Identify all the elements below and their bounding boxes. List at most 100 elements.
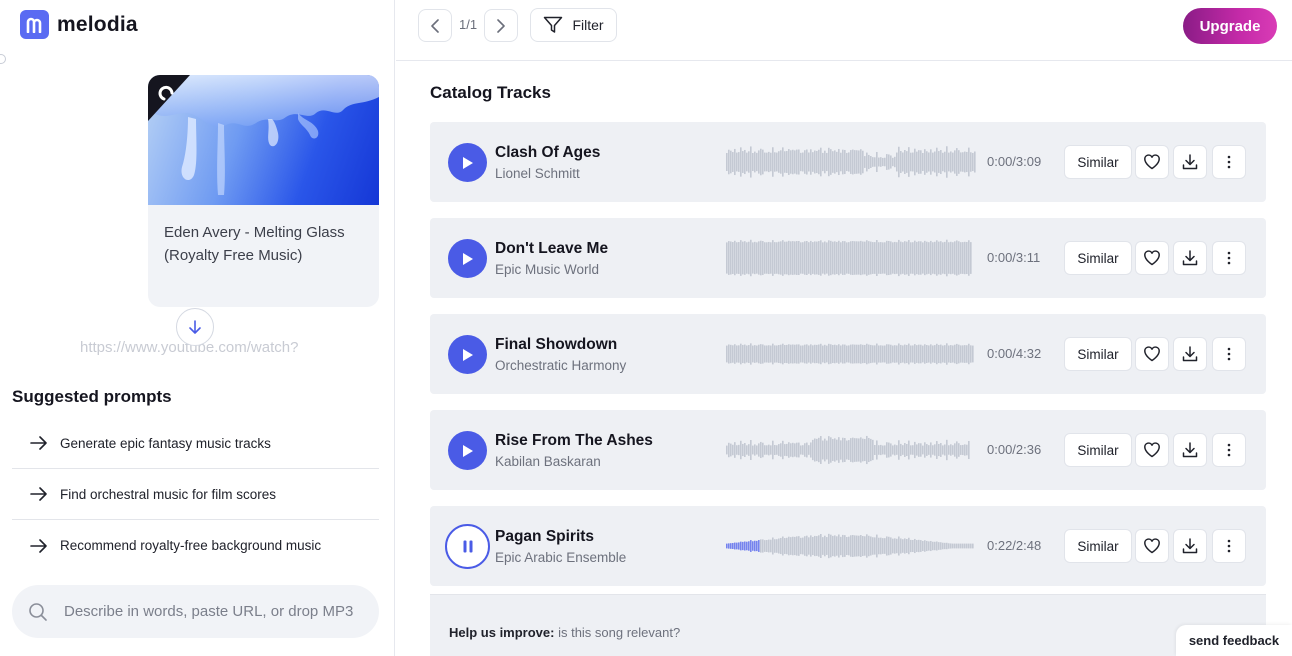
more-vertical-icon bbox=[1227, 155, 1231, 169]
waveform[interactable] bbox=[726, 237, 976, 279]
filter-button[interactable]: Filter bbox=[530, 8, 617, 42]
track-title[interactable]: Don't Leave Me bbox=[495, 240, 608, 258]
download-icon bbox=[1182, 346, 1198, 362]
waveform[interactable] bbox=[726, 429, 976, 471]
play-icon bbox=[462, 348, 473, 361]
app-name: melodia bbox=[57, 12, 138, 36]
track-row[interactable]: Don't Leave Me Epic Music World 0:00/3:11 S… bbox=[430, 218, 1266, 298]
more-options-button[interactable] bbox=[1212, 529, 1246, 563]
prompt-input-container[interactable] bbox=[12, 585, 379, 638]
download-button[interactable] bbox=[1173, 433, 1207, 467]
filter-label: Filter bbox=[572, 17, 604, 33]
arrow-down-icon bbox=[189, 320, 201, 334]
similar-button[interactable]: Similar bbox=[1064, 241, 1132, 275]
track-time: 0:00/3:09 bbox=[987, 154, 1042, 169]
download-button[interactable] bbox=[1173, 241, 1207, 275]
prompt-input[interactable] bbox=[64, 603, 364, 620]
catalog-heading: Catalog Tracks bbox=[430, 83, 551, 102]
track-row[interactable]: Final Showdown Orchestratic Harmony 0:00/4… bbox=[430, 314, 1266, 394]
play-button[interactable] bbox=[448, 335, 487, 374]
pause-icon bbox=[463, 540, 472, 553]
melodia-logo-icon bbox=[20, 10, 49, 39]
favorite-button[interactable] bbox=[1135, 145, 1169, 179]
track-artist[interactable]: Lionel Schmitt bbox=[495, 166, 580, 181]
track-time: 0:22/2:48 bbox=[987, 538, 1042, 553]
page-indicator: 1/1 bbox=[459, 17, 478, 32]
play-icon bbox=[462, 252, 473, 265]
favorite-button[interactable] bbox=[1135, 337, 1169, 371]
suggested-prompt-item[interactable]: Recommend royalty-free background music bbox=[12, 520, 379, 571]
more-options-button[interactable] bbox=[1212, 337, 1246, 371]
send-feedback-button[interactable]: send feedback bbox=[1176, 625, 1292, 656]
track-row[interactable]: Rise From The Ashes Kabilan Baskaran 0:00/… bbox=[430, 410, 1266, 490]
waveform[interactable] bbox=[726, 141, 976, 183]
favorite-button[interactable] bbox=[1135, 433, 1169, 467]
track-row[interactable]: Clash Of Ages Lionel Schmitt 0:00/3:09 Simi… bbox=[430, 122, 1266, 202]
prev-page-button[interactable] bbox=[418, 9, 452, 42]
suggested-prompt-label: Recommend royalty-free background music bbox=[60, 538, 322, 553]
play-button[interactable] bbox=[448, 239, 487, 278]
play-icon bbox=[462, 444, 473, 457]
shared-track-card[interactable]: Eden Avery - Melting Glass (Royalty Free… bbox=[148, 75, 379, 307]
panel-collapse-handle[interactable] bbox=[0, 54, 6, 64]
favorite-button[interactable] bbox=[1135, 241, 1169, 275]
relevance-question: Help us improve: is this song relevant? bbox=[449, 625, 680, 640]
waveform[interactable] bbox=[726, 525, 976, 567]
track-thumbnail bbox=[148, 75, 379, 205]
relevance-question-text: is this song relevant? bbox=[554, 625, 681, 640]
pause-button[interactable] bbox=[445, 524, 490, 569]
similar-button[interactable]: Similar bbox=[1064, 433, 1132, 467]
relevance-feedback-row: Help us improve: is this song relevant? bbox=[430, 594, 1266, 656]
more-vertical-icon bbox=[1227, 347, 1231, 361]
chevron-left-icon bbox=[431, 18, 439, 33]
play-button[interactable] bbox=[448, 431, 487, 470]
suggested-prompts-heading: Suggested prompts bbox=[12, 387, 172, 406]
more-options-button[interactable] bbox=[1212, 241, 1246, 275]
heart-icon bbox=[1144, 538, 1160, 554]
favorite-button[interactable] bbox=[1135, 529, 1169, 563]
track-title[interactable]: Final Showdown bbox=[495, 336, 617, 354]
chat-panel: melodia Eden Avery - Melting Glass (Roya… bbox=[0, 0, 395, 656]
track-artist[interactable]: Epic Arabic Ensemble bbox=[495, 550, 626, 565]
more-options-button[interactable] bbox=[1212, 145, 1246, 179]
track-artist[interactable]: Orchestratic Harmony bbox=[495, 358, 626, 373]
upgrade-button[interactable]: Upgrade bbox=[1183, 8, 1277, 44]
track-title[interactable]: Rise From The Ashes bbox=[495, 432, 653, 450]
more-options-button[interactable] bbox=[1212, 433, 1246, 467]
download-icon bbox=[1182, 538, 1198, 554]
similar-button[interactable]: Similar bbox=[1064, 337, 1132, 371]
track-time: 0:00/3:11 bbox=[987, 250, 1041, 265]
chevron-right-icon bbox=[497, 18, 505, 33]
arrow-right-icon bbox=[30, 436, 47, 450]
more-vertical-icon bbox=[1227, 539, 1231, 553]
track-time: 0:00/4:32 bbox=[987, 346, 1042, 361]
track-title[interactable]: Clash Of Ages bbox=[495, 144, 600, 162]
more-vertical-icon bbox=[1227, 251, 1231, 265]
heart-icon bbox=[1144, 346, 1160, 362]
suggested-prompt-item[interactable]: Generate epic fantasy music tracks bbox=[12, 418, 379, 469]
filter-icon bbox=[544, 16, 563, 33]
suggested-prompt-label: Generate epic fantasy music tracks bbox=[60, 435, 271, 451]
track-title[interactable]: Pagan Spirits bbox=[495, 528, 594, 546]
shared-track-title: Eden Avery - Melting Glass (Royalty Free… bbox=[164, 224, 345, 264]
similar-button[interactable]: Similar bbox=[1064, 529, 1132, 563]
download-button[interactable] bbox=[1173, 337, 1207, 371]
download-button[interactable] bbox=[1173, 145, 1207, 179]
track-artist[interactable]: Kabilan Baskaran bbox=[495, 454, 601, 469]
scroll-down-button[interactable] bbox=[176, 308, 214, 346]
logo[interactable]: melodia bbox=[20, 10, 138, 39]
waveform[interactable] bbox=[726, 333, 976, 375]
search-icon bbox=[29, 602, 47, 621]
suggested-prompt-label: Find orchestral music for film scores bbox=[60, 486, 277, 502]
arrow-right-icon bbox=[30, 487, 47, 501]
play-button[interactable] bbox=[448, 143, 487, 182]
heart-icon bbox=[1144, 250, 1160, 266]
similar-button[interactable]: Similar bbox=[1064, 145, 1132, 179]
download-icon bbox=[1182, 250, 1198, 266]
suggested-prompt-item[interactable]: Find orchestral music for film scores bbox=[12, 469, 379, 520]
next-page-button[interactable] bbox=[484, 9, 518, 42]
download-button[interactable] bbox=[1173, 529, 1207, 563]
track-row[interactable]: Pagan Spirits Epic Arabic Ensemble 0:22/2:… bbox=[430, 506, 1266, 586]
track-artist[interactable]: Epic Music World bbox=[495, 262, 599, 277]
results-toolbar: 1/1 Filter Upgrade bbox=[396, 0, 1292, 61]
